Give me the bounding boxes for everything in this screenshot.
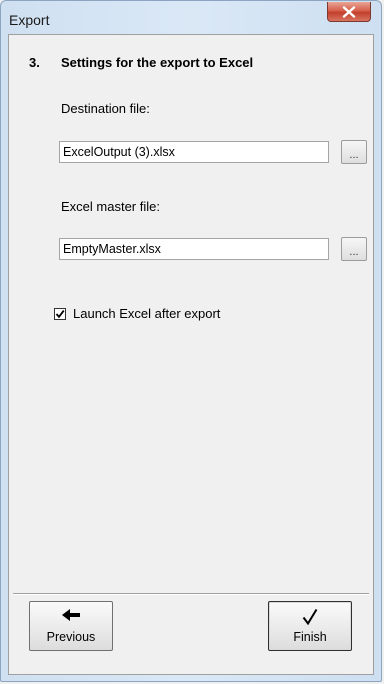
finish-label: Finish: [293, 630, 327, 644]
title-bar[interactable]: Export: [1, 1, 381, 33]
check-icon: [302, 608, 318, 631]
close-icon: [342, 5, 356, 18]
export-dialog: Export 3. Settings for the export to Exc…: [0, 0, 382, 682]
step-number: 3.: [29, 55, 40, 70]
dialog-content: 3. Settings for the export to Excel Dest…: [8, 34, 374, 675]
launch-excel-checkbox[interactable]: [54, 307, 66, 320]
master-file-input[interactable]: EmptyMaster.xlsx: [59, 238, 329, 260]
arrow-left-icon: [61, 608, 81, 627]
launch-excel-label: Launch Excel after export: [73, 306, 221, 321]
destination-file-label: Destination file:: [61, 101, 150, 116]
launch-excel-option[interactable]: Launch Excel after export: [54, 306, 220, 321]
step-title: Settings for the export to Excel: [61, 55, 254, 70]
close-button[interactable]: [327, 2, 371, 22]
footer-divider: [13, 593, 369, 595]
destination-file-input[interactable]: ExcelOutput (3).xlsx: [59, 141, 329, 163]
destination-browse-button[interactable]: ...: [341, 140, 367, 164]
window-title: Export: [9, 12, 50, 28]
master-file-label: Excel master file:: [61, 199, 160, 214]
previous-label: Previous: [46, 630, 96, 644]
master-browse-button[interactable]: ...: [341, 237, 367, 261]
finish-button[interactable]: Finish: [268, 601, 352, 651]
previous-button[interactable]: Previous: [29, 601, 113, 651]
